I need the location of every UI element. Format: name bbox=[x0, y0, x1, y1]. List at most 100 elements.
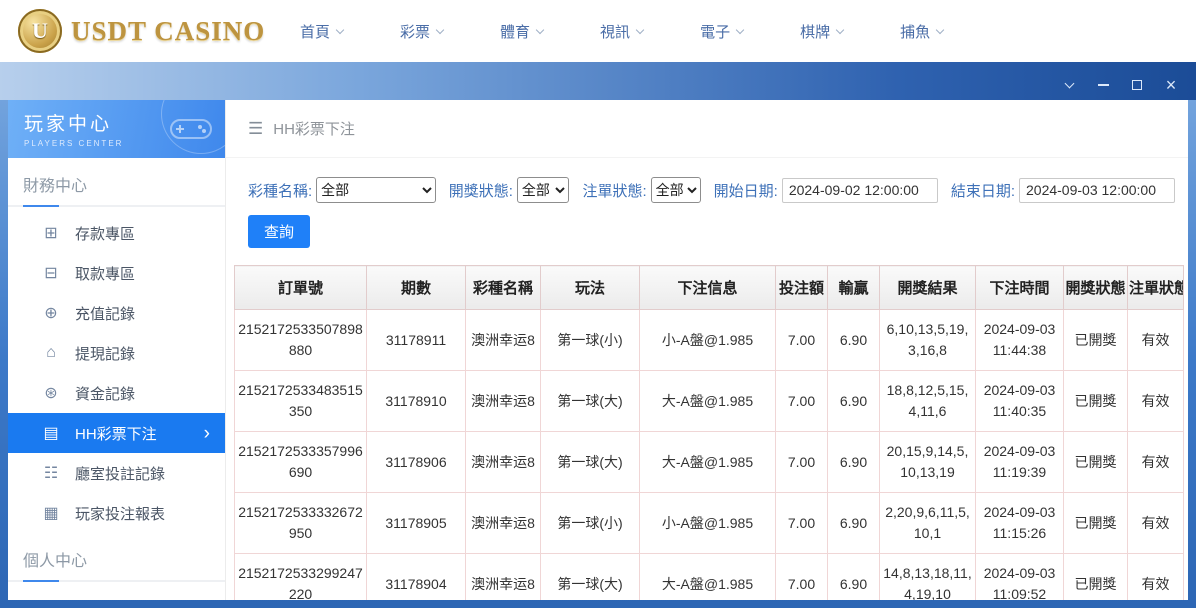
table-cell: 2024-09-03 11:15:26 bbox=[976, 493, 1064, 554]
table-row: 215217253333267295031178905澳洲幸运8第一球(小)小-… bbox=[235, 493, 1184, 554]
nav-item-electronic[interactable]: 電子 bbox=[700, 21, 743, 42]
start-date-label: 開始日期: bbox=[714, 180, 778, 201]
logo-monogram: U bbox=[32, 18, 48, 44]
window-close-button[interactable]: × bbox=[1160, 74, 1182, 96]
sidebar-item-messages[interactable]: ♟ 消息公告 bbox=[8, 588, 225, 600]
chevron-down-icon bbox=[1064, 79, 1074, 89]
withdraw-record-icon: ⌂ bbox=[42, 344, 60, 362]
sidebar-item-label: 取款專區 bbox=[75, 263, 135, 284]
table-cell: 31178904 bbox=[367, 554, 466, 601]
table-cell: 澳洲幸运8 bbox=[466, 310, 541, 371]
column-header: 彩種名稱 bbox=[466, 266, 541, 310]
logo[interactable]: U USDT CASINO bbox=[18, 9, 250, 53]
table-cell: 澳洲幸运8 bbox=[466, 493, 541, 554]
nav-item-board-games[interactable]: 棋牌 bbox=[800, 21, 843, 42]
sidebar-item-withdraw-records[interactable]: ⌂ 提現記錄 bbox=[8, 333, 225, 373]
lottery-select[interactable]: 全部 bbox=[316, 177, 436, 203]
bet-report-icon: ▦ bbox=[42, 503, 60, 523]
table-cell: 6.90 bbox=[828, 554, 880, 601]
chevron-down-icon bbox=[536, 25, 544, 33]
sidebar-item-label: 資金記錄 bbox=[75, 383, 135, 404]
sidebar-item-label: 玩家投注報表 bbox=[75, 503, 165, 524]
nav-item-label: 彩票 bbox=[400, 21, 430, 42]
table-cell: 澳洲幸运8 bbox=[466, 432, 541, 493]
chevron-down-icon bbox=[836, 25, 844, 33]
nav-item-fishing[interactable]: 捕魚 bbox=[900, 21, 943, 42]
table-cell: 6,10,13,5,19,3,16,8 bbox=[880, 310, 976, 371]
table-cell: 有效 bbox=[1128, 432, 1184, 493]
menu-icon[interactable]: ☰ bbox=[248, 119, 263, 139]
column-header: 開獎狀態 bbox=[1064, 266, 1128, 310]
search-row: 查詢 bbox=[226, 203, 1188, 248]
sidebar-item-label: 提現記錄 bbox=[75, 343, 135, 364]
window-maximize-button[interactable] bbox=[1126, 74, 1148, 96]
table-row: 215217253335799669031178906澳洲幸运8第一球(大)大-… bbox=[235, 432, 1184, 493]
end-date-label: 結束日期: bbox=[951, 180, 1015, 201]
filter-bar: 彩種名稱: 全部 開獎狀態: 全部 注單狀態: 全部 開始日期: 結束日期: bbox=[226, 158, 1188, 203]
room-bet-record-icon: ☷ bbox=[42, 463, 60, 483]
nav-item-video[interactable]: 視訊 bbox=[600, 21, 643, 42]
table-cell: 2152172533299247220 bbox=[235, 554, 367, 601]
chevron-right-icon: › bbox=[204, 424, 210, 443]
table-cell: 31178910 bbox=[367, 371, 466, 432]
logo-text: USDT CASINO bbox=[71, 16, 265, 47]
table-cell: 7.00 bbox=[776, 554, 828, 601]
draw-status-select[interactable]: 全部 bbox=[517, 177, 570, 203]
sidebar-item-hh-lottery-bets[interactable]: ▤ HH彩票下注 › bbox=[8, 413, 225, 453]
window-collapse-button[interactable] bbox=[1058, 74, 1080, 96]
draw-status-filter-label: 開獎狀態: bbox=[449, 180, 513, 201]
end-date-input[interactable] bbox=[1019, 178, 1175, 203]
chevron-down-icon bbox=[436, 25, 444, 33]
sidebar-item-deposit-zone[interactable]: ⊞ 存款專區 bbox=[8, 213, 225, 253]
table-cell: 2152172533332672950 bbox=[235, 493, 367, 554]
page-title: HH彩票下注 bbox=[273, 118, 355, 139]
recharge-record-icon: ⊕ bbox=[42, 303, 60, 323]
table-cell: 20,15,9,14,5,10,13,19 bbox=[880, 432, 976, 493]
search-button[interactable]: 查詢 bbox=[248, 215, 310, 248]
sidebar-item-room-bet-records[interactable]: ☷ 廳室投註記錄 bbox=[8, 453, 225, 493]
funds-record-icon: ⊛ bbox=[42, 383, 60, 403]
table-cell: 有效 bbox=[1128, 371, 1184, 432]
table-cell: 有效 bbox=[1128, 493, 1184, 554]
sidebar: 玩家中心 PLAYERS CENTER 財務中心 ⊞ 存款專區 ⊟ bbox=[8, 100, 226, 600]
close-icon: × bbox=[1166, 76, 1177, 94]
table-cell: 6.90 bbox=[828, 310, 880, 371]
message-icon: ♟ bbox=[42, 598, 60, 600]
table-cell: 2,20,9,6,11,5,10,1 bbox=[880, 493, 976, 554]
table-cell: 第一球(小) bbox=[541, 310, 640, 371]
finance-menu: ⊞ 存款專區 ⊟ 取款專區 ⊕ 充值記錄 ⌂ 提現記錄 ⊛ 資金記錄 bbox=[8, 207, 225, 533]
column-header: 輸贏 bbox=[828, 266, 880, 310]
nav-item-label: 電子 bbox=[700, 21, 730, 42]
table-cell: 小-A盤@1.985 bbox=[640, 310, 776, 371]
column-header: 下注信息 bbox=[640, 266, 776, 310]
order-status-select[interactable]: 全部 bbox=[651, 177, 701, 203]
table-row: 215217253329924722031178904澳洲幸运8第一球(大)大-… bbox=[235, 554, 1184, 601]
sidebar-item-player-bet-report[interactable]: ▦ 玩家投注報表 bbox=[8, 493, 225, 533]
column-header: 期數 bbox=[367, 266, 466, 310]
nav-item-label: 視訊 bbox=[600, 21, 630, 42]
nav-item-lottery[interactable]: 彩票 bbox=[400, 21, 443, 42]
table-cell: 7.00 bbox=[776, 432, 828, 493]
table-cell: 6.90 bbox=[828, 493, 880, 554]
main-nav: 首頁 彩票 體育 視訊 電子 棋牌 捕魚 bbox=[300, 21, 1000, 42]
window-minimize-button[interactable] bbox=[1092, 74, 1114, 96]
nav-item-label: 首頁 bbox=[300, 21, 330, 42]
finance-section-label: 財務中心 bbox=[8, 172, 225, 205]
start-date-input[interactable] bbox=[782, 178, 938, 203]
column-header: 開獎結果 bbox=[880, 266, 976, 310]
sidebar-item-label: HH彩票下注 bbox=[75, 423, 157, 444]
section-divider bbox=[8, 580, 225, 582]
chevron-down-icon bbox=[636, 25, 644, 33]
table-cell: 已開獎 bbox=[1064, 432, 1128, 493]
table-cell: 已開獎 bbox=[1064, 554, 1128, 601]
table-cell: 2024-09-03 11:19:39 bbox=[976, 432, 1064, 493]
sidebar-item-withdraw-zone[interactable]: ⊟ 取款專區 bbox=[8, 253, 225, 293]
table-cell: 已開獎 bbox=[1064, 493, 1128, 554]
table-row: 215217253348351535031178910澳洲幸运8第一球(大)大-… bbox=[235, 371, 1184, 432]
table-cell: 有效 bbox=[1128, 554, 1184, 601]
nav-item-sports[interactable]: 體育 bbox=[500, 21, 543, 42]
nav-item-home[interactable]: 首頁 bbox=[300, 21, 343, 42]
table-cell: 大-A盤@1.985 bbox=[640, 371, 776, 432]
sidebar-item-funds-records[interactable]: ⊛ 資金記錄 bbox=[8, 373, 225, 413]
sidebar-item-recharge-records[interactable]: ⊕ 充值記錄 bbox=[8, 293, 225, 333]
